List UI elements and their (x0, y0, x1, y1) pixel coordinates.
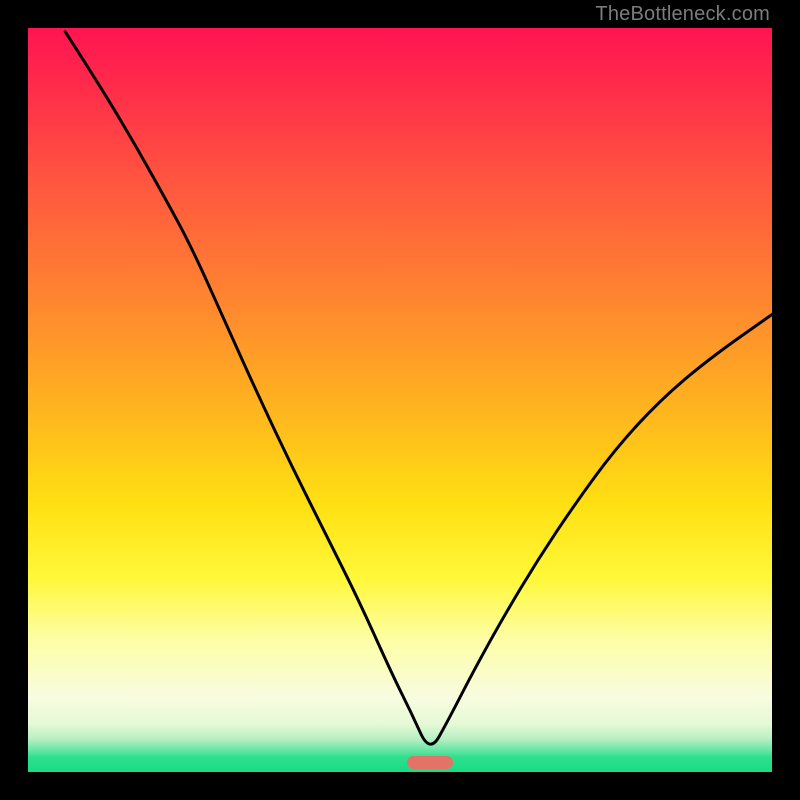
watermark-text: TheBottleneck.com (595, 3, 770, 26)
chart-frame: TheBottleneck.com (0, 0, 800, 800)
curve-svg (28, 28, 772, 772)
bottleneck-curve (65, 32, 772, 744)
min-marker (407, 756, 453, 769)
plot-area (28, 28, 772, 772)
